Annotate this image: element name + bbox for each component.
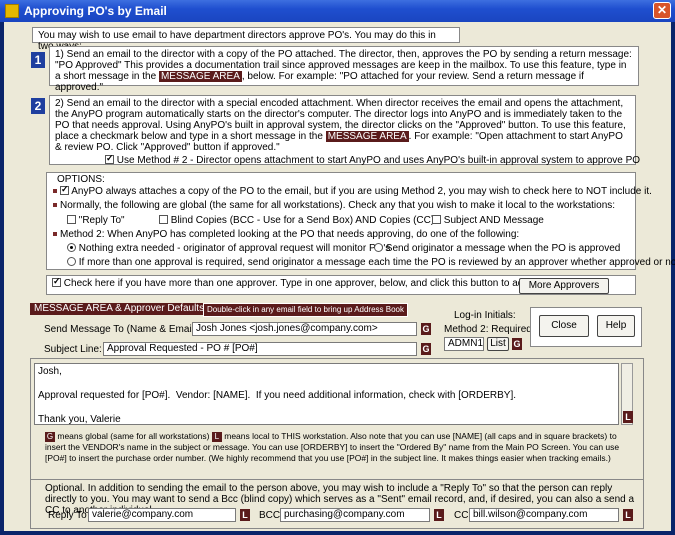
reply-to-local-badge: L xyxy=(240,509,250,521)
blind-copies-local-option: Blind Copies (BCC - Use for a Send Box) … xyxy=(159,215,434,226)
blind-copies-local-checkbox[interactable] xyxy=(159,215,168,224)
message-body-local-badge: L xyxy=(623,411,633,423)
send-to-input[interactable]: Josh Jones <josh.jones@company.com> xyxy=(192,322,417,336)
login-global-badge: G xyxy=(512,338,522,350)
message-area: MESSAGE AREA & Approver Defaults Double-… xyxy=(30,303,444,357)
reply-to-local-option: "Reply To" xyxy=(67,215,125,226)
window-title: Approving PO's by Email xyxy=(24,4,167,18)
help-button[interactable]: Help xyxy=(597,315,635,337)
multiple-approvers-label: Check here if you have more than one app… xyxy=(63,278,558,289)
app-icon xyxy=(5,4,19,18)
method-1-number: 1 xyxy=(31,52,45,68)
send-when-approved-radio[interactable] xyxy=(374,243,383,252)
send-to-label: Send Message To (Name & Email): xyxy=(44,324,200,335)
address-book-hint: Double-click in any email field to bring… xyxy=(203,303,408,317)
radio-nothing-extra: Nothing extra needed - originator of app… xyxy=(67,243,390,254)
window: Approving PO's by Email ✕ You may wish t… xyxy=(0,0,675,535)
no-attach-checkbox[interactable] xyxy=(60,184,69,195)
dialog-body: You may wish to use email to have depart… xyxy=(4,22,675,531)
each-review-radio[interactable] xyxy=(67,257,76,266)
subject-input[interactable]: Approval Requested - PO # [PO#] xyxy=(103,342,417,356)
use-method-2-label: Use Method # 2 - Director opens attachme… xyxy=(116,155,641,166)
multiple-approvers-panel: Check here if you have more than one app… xyxy=(46,275,636,295)
login-initials-input[interactable]: ADMN1 xyxy=(444,337,484,351)
login-initials-label: Log-in Initials: xyxy=(454,310,516,321)
action-buttons-panel: Close Help xyxy=(530,307,642,347)
send-to-global-badge: G xyxy=(421,323,431,335)
title-bar: Approving PO's by Email ✕ xyxy=(0,0,675,22)
symbols-legend: G means global (same for all workstation… xyxy=(45,431,620,463)
message-body-panel: Josh, Approval requested for [PO#]. Vend… xyxy=(30,358,644,480)
bcc-input[interactable]: purchasing@company.com xyxy=(280,508,430,522)
multiple-approvers-checkbox[interactable] xyxy=(52,276,61,287)
reply-to-label: Reply To xyxy=(48,510,87,521)
radio-send-when-approved: Send originator a message when the PO is… xyxy=(374,243,620,254)
close-window-button[interactable]: ✕ xyxy=(653,2,671,19)
cc-input[interactable]: bill.wilson@company.com xyxy=(469,508,619,522)
subject-global-badge: G xyxy=(421,343,431,355)
close-button[interactable]: Close xyxy=(539,315,589,337)
more-approvers-button[interactable]: More Approvers xyxy=(519,278,609,294)
use-method-2-checkbox[interactable] xyxy=(105,153,114,164)
bcc-local-badge: L xyxy=(434,509,444,521)
message-area-banner: MESSAGE AREA & Approver Defaults xyxy=(30,303,209,315)
attach-option: AnyPO always attaches a copy of the PO t… xyxy=(53,184,652,197)
method-2-highlight: MESSAGE AREA xyxy=(325,131,409,142)
method-1-highlight: MESSAGE AREA xyxy=(158,71,242,82)
subject-local-checkbox[interactable] xyxy=(432,215,441,224)
initials-list-button[interactable]: List xyxy=(487,337,509,351)
method-1-description: 1) Send an email to the director with a … xyxy=(49,46,639,93)
cc-label: CC xyxy=(454,510,469,521)
options-panel: OPTIONS: AnyPO always attaches a copy of… xyxy=(46,172,675,270)
method-2-note: Method 2: When AnyPO has completed looki… xyxy=(53,229,519,240)
message-body-input[interactable]: Josh, Approval requested for [PO#]. Vend… xyxy=(34,363,619,425)
cc-local-badge: L xyxy=(623,509,633,521)
bcc-label: BCC xyxy=(259,510,281,521)
radio-each-review: If more than one approval is required, s… xyxy=(67,257,675,268)
method-2-required-label: Method 2: Required xyxy=(444,324,532,335)
method-2-option: Use Method # 2 - Director opens attachme… xyxy=(55,153,640,166)
subject-local-option: Subject AND Message xyxy=(432,215,544,226)
local-symbol: L xyxy=(211,432,222,442)
method-2-number: 2 xyxy=(31,98,45,114)
global-note: Normally, the following are global (the … xyxy=(53,200,615,211)
reply-to-local-checkbox[interactable] xyxy=(67,215,76,224)
optional-panel: Optional. In addition to sending the ema… xyxy=(30,479,644,529)
method-2-description: 2) Send an email to the director with a … xyxy=(49,95,640,166)
login-initials-panel: Log-in Initials: Method 2: Required ADMN… xyxy=(444,303,532,357)
subject-label: Subject Line: xyxy=(44,344,102,355)
global-symbol: G xyxy=(45,432,55,442)
intro-text: You may wish to use email to have depart… xyxy=(32,27,460,52)
reply-to-input[interactable]: valerie@company.com xyxy=(88,508,236,522)
no-attach-label: AnyPO always attaches a copy of the PO t… xyxy=(71,186,652,197)
nothing-extra-radio[interactable] xyxy=(67,243,76,252)
